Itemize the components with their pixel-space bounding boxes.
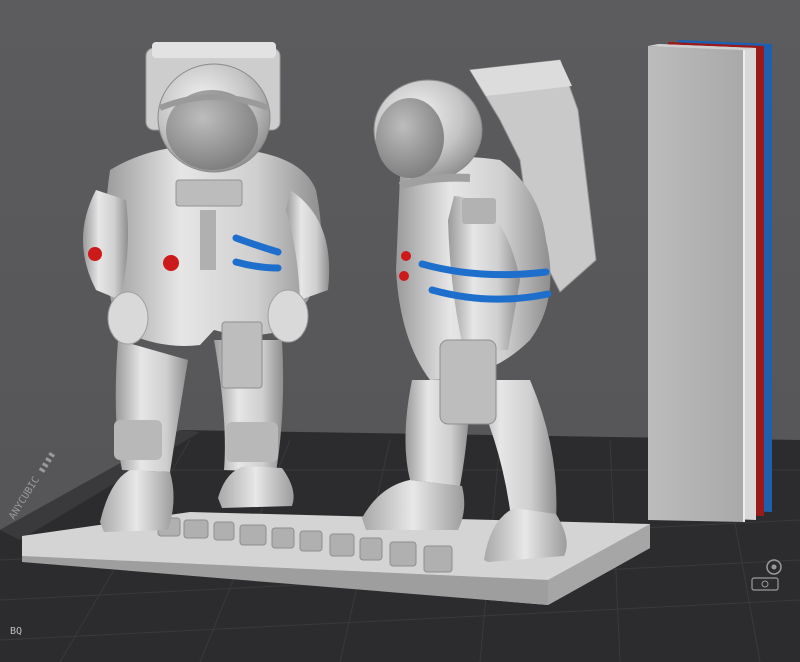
scene-canvas[interactable]: BQ ANYCUBIC ▮▮▮▮ bbox=[0, 0, 800, 662]
3d-viewport[interactable]: BQ ANYCUBIC ▮▮▮▮ bbox=[0, 0, 800, 662]
tower-block[interactable] bbox=[648, 40, 772, 522]
bed-corner-label: BQ bbox=[10, 626, 22, 637]
